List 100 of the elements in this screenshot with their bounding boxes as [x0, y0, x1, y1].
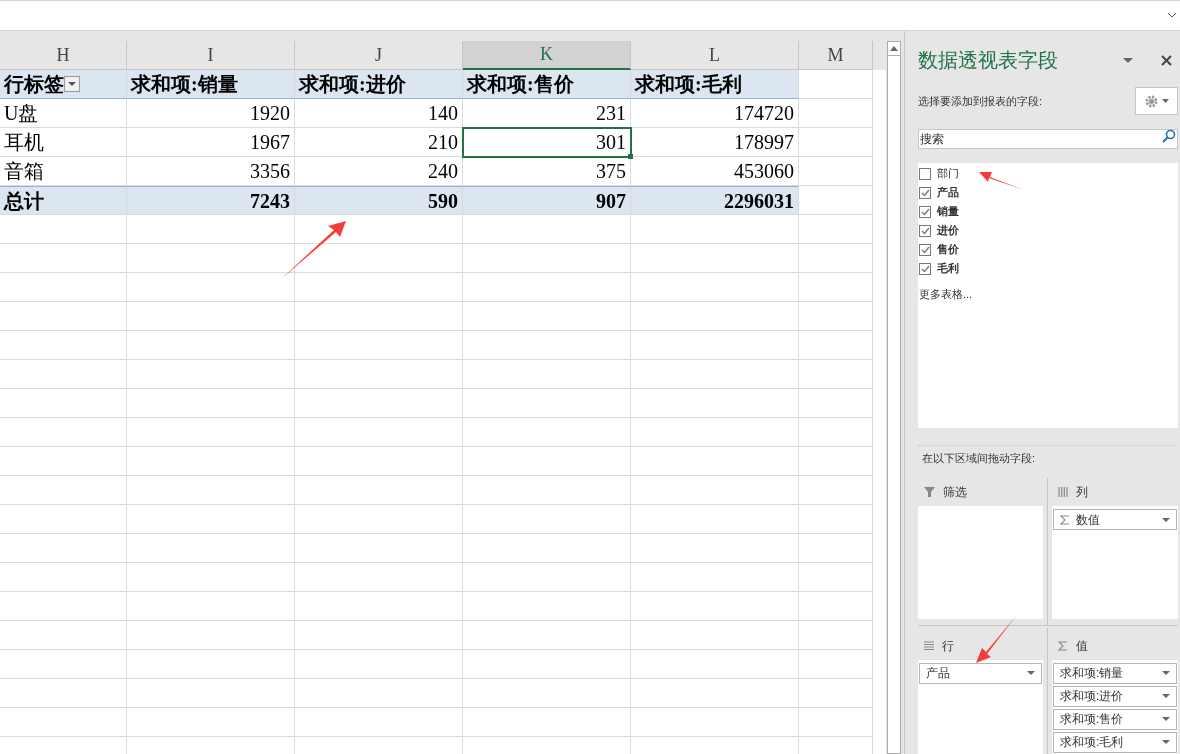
empty-cell[interactable]	[463, 302, 631, 331]
empty-cell[interactable]	[463, 215, 631, 244]
empty-cell[interactable]	[295, 592, 463, 621]
empty-cell[interactable]	[0, 563, 127, 592]
empty-cell[interactable]	[463, 592, 631, 621]
field-label[interactable]: 销量	[937, 203, 959, 220]
column-header[interactable]: M	[799, 41, 873, 70]
empty-cell[interactable]	[127, 563, 295, 592]
empty-cell[interactable]	[631, 244, 799, 273]
empty-cell[interactable]	[0, 302, 127, 331]
empty-cell[interactable]	[799, 534, 873, 563]
empty-cell[interactable]	[0, 621, 127, 650]
drop-area[interactable]: 产品	[918, 659, 1043, 754]
field-chip[interactable]: 求和项:售价	[1053, 708, 1177, 730]
empty-cell[interactable]	[463, 708, 631, 737]
empty-cell[interactable]	[0, 476, 127, 505]
empty-cell[interactable]	[463, 476, 631, 505]
field-label[interactable]: 部门	[937, 165, 959, 182]
field-chip[interactable]: 求和项:毛利	[1053, 731, 1177, 753]
empty-cell[interactable]	[295, 447, 463, 476]
empty-cell[interactable]	[631, 215, 799, 244]
empty-cell[interactable]	[295, 389, 463, 418]
selected-cell[interactable]: 301	[463, 128, 631, 157]
empty-cell[interactable]	[127, 534, 295, 563]
filter-dropdown-button[interactable]	[64, 76, 80, 92]
empty-cell[interactable]	[463, 389, 631, 418]
empty-cell[interactable]	[799, 476, 873, 505]
empty-cell[interactable]	[295, 679, 463, 708]
empty-cell[interactable]	[0, 679, 127, 708]
empty-cell[interactable]	[295, 360, 463, 389]
empty-cell[interactable]	[127, 302, 295, 331]
empty-cell[interactable]	[127, 708, 295, 737]
empty-cell[interactable]	[295, 621, 463, 650]
column-header[interactable]: K	[463, 41, 631, 70]
empty-cell[interactable]	[127, 592, 295, 621]
empty-cell[interactable]	[0, 592, 127, 621]
empty-cell[interactable]	[463, 273, 631, 302]
empty-cell[interactable]	[127, 650, 295, 679]
field-label[interactable]: 毛利	[937, 260, 959, 277]
checkbox[interactable]	[919, 167, 931, 180]
empty-cell[interactable]	[0, 505, 127, 534]
empty-cell[interactable]	[127, 244, 295, 273]
empty-cell[interactable]	[799, 418, 873, 447]
empty-cell[interactable]	[799, 592, 873, 621]
empty-cell[interactable]	[127, 447, 295, 476]
field-label[interactable]: 售价	[937, 241, 959, 258]
empty-cell[interactable]	[463, 331, 631, 360]
empty-cell[interactable]	[631, 621, 799, 650]
empty-cell[interactable]	[295, 273, 463, 302]
empty-cell[interactable]	[799, 331, 873, 360]
empty-cell[interactable]	[295, 331, 463, 360]
empty-cell[interactable]	[631, 505, 799, 534]
close-icon[interactable]	[1161, 54, 1172, 66]
search-icon[interactable]	[1162, 129, 1176, 143]
empty-cell[interactable]	[127, 505, 295, 534]
empty-cell[interactable]	[631, 360, 799, 389]
checkbox[interactable]	[919, 243, 931, 256]
drop-area[interactable]: 数值	[1052, 506, 1178, 619]
empty-cell[interactable]	[631, 331, 799, 360]
empty-cell[interactable]	[799, 128, 873, 157]
empty-cell[interactable]	[631, 273, 799, 302]
empty-cell[interactable]	[463, 244, 631, 273]
empty-cell[interactable]	[295, 708, 463, 737]
checkbox[interactable]	[919, 186, 931, 199]
empty-cell[interactable]	[127, 476, 295, 505]
checkbox[interactable]	[919, 224, 931, 237]
empty-cell[interactable]	[127, 679, 295, 708]
empty-cell[interactable]	[799, 215, 873, 244]
empty-cell[interactable]	[463, 534, 631, 563]
empty-cell[interactable]	[799, 302, 873, 331]
field-label[interactable]: 进价	[937, 222, 959, 239]
empty-cell[interactable]	[631, 679, 799, 708]
search-field[interactable]: 搜索	[918, 129, 1178, 149]
empty-cell[interactable]	[799, 244, 873, 273]
empty-cell[interactable]	[295, 302, 463, 331]
empty-cell[interactable]	[631, 447, 799, 476]
fill-handle[interactable]	[628, 154, 633, 159]
empty-cell[interactable]	[0, 360, 127, 389]
empty-cell[interactable]	[463, 563, 631, 592]
empty-cell[interactable]	[127, 621, 295, 650]
empty-cell[interactable]	[799, 360, 873, 389]
empty-cell[interactable]	[631, 650, 799, 679]
empty-cell[interactable]	[463, 418, 631, 447]
empty-cell[interactable]	[463, 650, 631, 679]
empty-cell[interactable]	[295, 476, 463, 505]
empty-cell[interactable]	[799, 99, 873, 128]
empty-cell[interactable]	[631, 708, 799, 737]
empty-cell[interactable]	[799, 621, 873, 650]
empty-cell[interactable]	[631, 418, 799, 447]
empty-cell[interactable]	[0, 418, 127, 447]
more-tables-link[interactable]: 更多表格...	[919, 286, 973, 303]
empty-cell[interactable]	[799, 157, 873, 186]
checkbox[interactable]	[919, 205, 931, 218]
empty-cell[interactable]	[631, 389, 799, 418]
empty-cell[interactable]	[295, 418, 463, 447]
empty-cell[interactable]	[799, 708, 873, 737]
drop-area[interactable]: 求和项:销量 求和项:进价 求和项:售价 求和项:毛利	[1052, 659, 1178, 754]
field-chip[interactable]: 数值	[1053, 509, 1177, 530]
empty-cell[interactable]	[127, 389, 295, 418]
empty-cell[interactable]	[631, 534, 799, 563]
